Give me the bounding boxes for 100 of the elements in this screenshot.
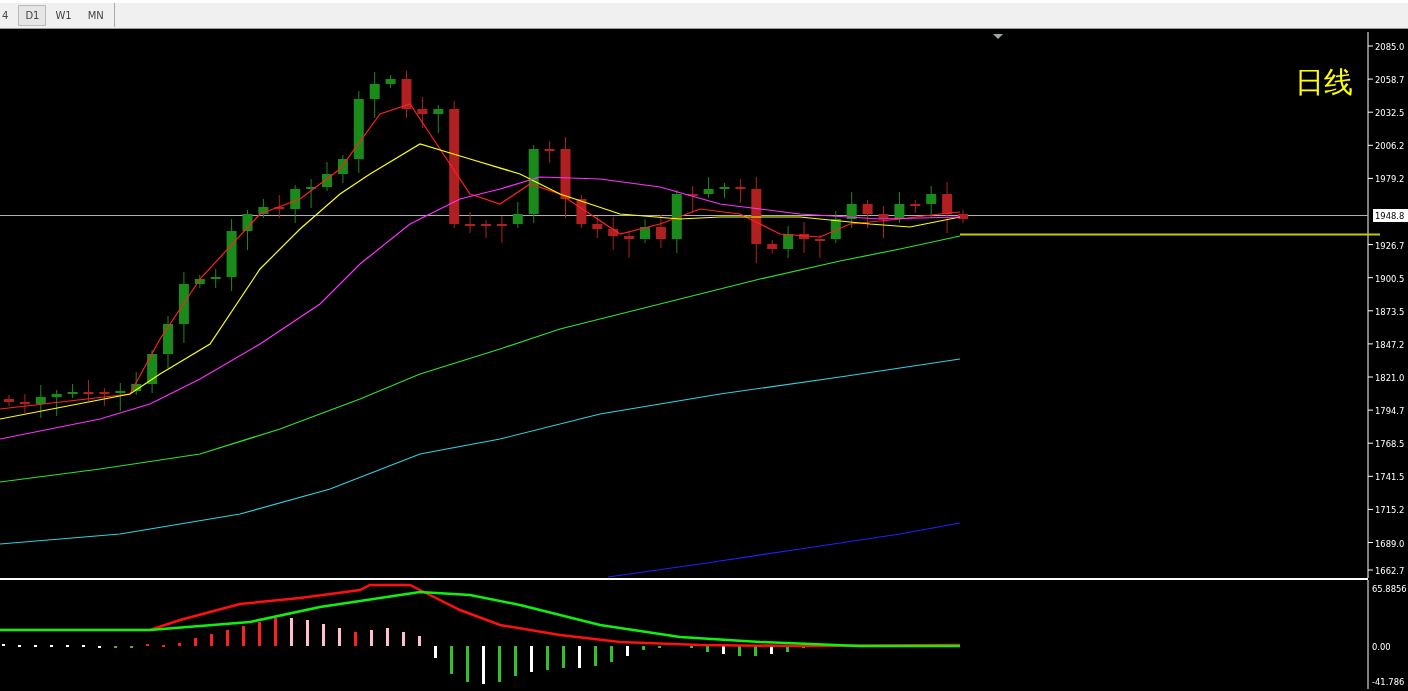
histogram-bar xyxy=(594,646,597,666)
candle xyxy=(290,184,301,224)
shift-marker-icon[interactable] xyxy=(993,34,1003,39)
candle xyxy=(655,214,666,249)
timeframe-tab[interactable]: MN xyxy=(80,4,111,26)
candle xyxy=(401,70,412,119)
candle xyxy=(878,205,889,239)
histogram-bar xyxy=(402,632,405,646)
histogram-bar xyxy=(482,646,485,684)
histogram-bar xyxy=(722,646,725,654)
histogram-bar xyxy=(210,634,213,646)
candle xyxy=(322,161,332,192)
candle xyxy=(671,189,682,254)
candle xyxy=(147,349,158,394)
histogram-bar xyxy=(530,646,533,672)
histogram-bar xyxy=(786,646,789,652)
axis-label: 1900.5 xyxy=(1375,273,1405,284)
candle xyxy=(481,219,491,239)
candle xyxy=(767,239,778,254)
histogram-bar xyxy=(514,646,517,676)
histogram-bar xyxy=(706,646,709,652)
histogram-bar xyxy=(338,628,341,646)
candle xyxy=(35,384,46,419)
candle xyxy=(512,201,523,229)
histogram-bar xyxy=(274,618,277,646)
axis-label: 1926.7 xyxy=(1375,240,1405,251)
axis-label: -41.786 xyxy=(1372,677,1405,687)
candle xyxy=(51,389,62,417)
current-price-tag: 1948.8 xyxy=(1373,209,1408,222)
axis-label: 1768.5 xyxy=(1375,439,1405,450)
axis-label: 1821.0 xyxy=(1375,373,1405,383)
histogram-bar xyxy=(738,646,741,656)
candle xyxy=(306,178,317,209)
candle xyxy=(640,218,650,244)
histogram-bar xyxy=(546,646,549,670)
axis-label: 1689.0 xyxy=(1375,538,1405,549)
timeframe-tab[interactable]: D1 xyxy=(18,4,47,26)
candle xyxy=(496,215,507,244)
histogram-bar xyxy=(498,646,501,682)
histogram-bar xyxy=(578,646,581,668)
candle xyxy=(687,185,698,214)
candle xyxy=(337,154,348,184)
candle xyxy=(799,221,809,254)
axis-label: 1979.2 xyxy=(1375,174,1405,185)
histogram-bar xyxy=(258,622,261,646)
chart-title: 日线 xyxy=(1295,65,1353,99)
histogram-bar xyxy=(386,628,389,646)
candle xyxy=(258,198,269,219)
histogram-bar xyxy=(242,626,245,646)
candle xyxy=(99,387,110,407)
histogram-bar xyxy=(434,646,437,658)
axis-label: 1794.7 xyxy=(1375,406,1405,417)
axis-label: 1741.5 xyxy=(1375,472,1405,483)
candle xyxy=(783,225,794,259)
candle xyxy=(958,209,968,224)
timeframe-tab[interactable]: 4 xyxy=(1,4,12,26)
histogram-bar xyxy=(418,636,421,646)
histogram-bar xyxy=(354,632,357,646)
histogram-bar xyxy=(770,646,773,654)
histogram-bar xyxy=(306,620,309,646)
candle xyxy=(83,379,94,402)
candle xyxy=(894,191,905,224)
histogram-bar xyxy=(226,630,229,646)
candle xyxy=(115,382,126,412)
candle xyxy=(210,268,221,289)
candle xyxy=(433,104,444,134)
candle xyxy=(719,182,730,199)
candle xyxy=(274,194,285,219)
candle xyxy=(862,199,873,229)
histogram-bar xyxy=(754,646,757,656)
histogram-bar xyxy=(290,618,293,646)
histogram-bar xyxy=(466,646,469,682)
candle xyxy=(608,216,619,251)
horizontal-level-line[interactable] xyxy=(959,233,1381,236)
histogram-bar xyxy=(194,638,197,646)
candle xyxy=(830,210,841,244)
histogram-bar xyxy=(370,630,373,646)
candle xyxy=(163,315,173,369)
candle xyxy=(624,231,635,259)
candle xyxy=(910,199,921,214)
axis-label: 1873.5 xyxy=(1375,306,1405,317)
candle xyxy=(19,393,30,414)
histogram-bar xyxy=(626,646,629,656)
candle xyxy=(846,191,857,229)
candle xyxy=(385,74,396,89)
candle xyxy=(544,140,555,164)
candle xyxy=(926,185,937,219)
timeframe-tab[interactable]: W1 xyxy=(48,4,79,26)
axis-label: 2085.0 xyxy=(1375,42,1405,52)
candle xyxy=(814,234,825,259)
axis-label: 1715.2 xyxy=(1375,505,1405,516)
candle xyxy=(465,211,476,234)
candle xyxy=(592,215,603,239)
axis-label: 1847.2 xyxy=(1375,339,1405,350)
candle xyxy=(194,274,205,289)
axis-label: 2006.2 xyxy=(1375,141,1405,152)
candle xyxy=(942,181,953,234)
candle xyxy=(703,176,714,199)
candle xyxy=(67,383,78,399)
candle xyxy=(4,394,14,407)
